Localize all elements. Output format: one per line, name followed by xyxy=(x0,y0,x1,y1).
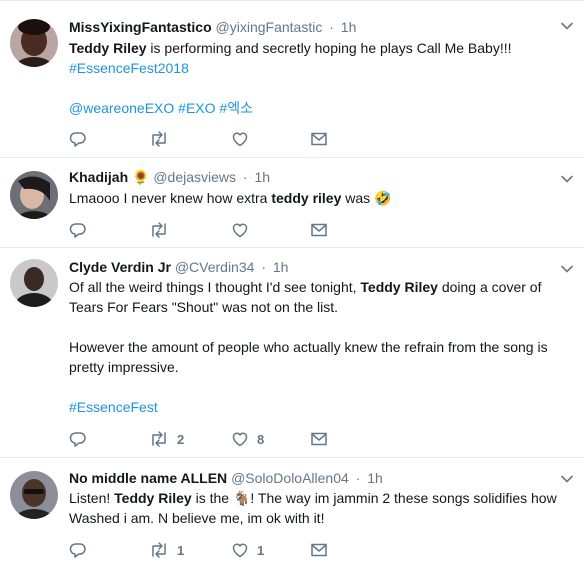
reply-button[interactable] xyxy=(69,540,95,560)
tweet-actions xyxy=(69,220,369,240)
timestamp[interactable]: 1h xyxy=(273,259,289,275)
separator-dot: · xyxy=(242,169,248,185)
user-handle[interactable]: @CVerdin34 xyxy=(175,259,255,275)
text-segment: Lmaooo I never knew how extra xyxy=(69,190,272,206)
display-name[interactable]: Khadijah xyxy=(69,169,128,185)
reply-icon xyxy=(69,432,86,447)
like-button[interactable]: 8 xyxy=(231,429,264,449)
avatar[interactable] xyxy=(10,259,58,307)
tweet-actions: 1 1 xyxy=(69,540,369,560)
tweet-text: Lmaooo I never knew how extra teddy rile… xyxy=(69,188,569,208)
avatar[interactable] xyxy=(10,471,58,519)
highlight-text: Teddy Riley xyxy=(360,279,438,295)
like-button[interactable] xyxy=(231,129,257,149)
reply-button[interactable] xyxy=(69,129,95,149)
text-segment: However the amount of people who actuall… xyxy=(69,339,548,375)
hashtag-link[interactable]: #EssenceFest2018 xyxy=(69,60,189,76)
retweet-icon xyxy=(152,542,166,558)
retweet-count: 1 xyxy=(177,542,185,558)
tweet-header: No middle name ALLEN @SoloDoloAllen04 · … xyxy=(69,468,383,488)
text-segment: was xyxy=(341,190,375,206)
retweet-button[interactable] xyxy=(149,129,177,149)
tweet-header: Khadijah 🌻 @dejasviews · 1h xyxy=(69,167,270,187)
user-handle[interactable]: @SoloDoloAllen04 xyxy=(231,470,349,486)
tweet-text: Of all the weird things I thought I'd se… xyxy=(69,277,569,417)
reply-icon xyxy=(69,223,86,238)
timestamp[interactable]: 1h xyxy=(254,169,270,185)
user-handle[interactable]: @yixingFantastic xyxy=(216,19,323,35)
like-count: 8 xyxy=(257,431,265,447)
user-handle[interactable]: @dejasviews xyxy=(153,169,236,185)
tweet[interactable]: No middle name ALLEN @SoloDoloAllen04 · … xyxy=(0,458,584,573)
highlight-text: Teddy Riley xyxy=(114,490,192,506)
text-segment: is performing and secretly hoping he pla… xyxy=(146,40,512,56)
retweet-button[interactable]: 2 xyxy=(149,429,184,449)
display-name[interactable]: MissYixingFantastico xyxy=(69,19,212,35)
reply-button[interactable] xyxy=(69,220,95,240)
tweet-text: Listen! Teddy Riley is the 🐐! The way im… xyxy=(69,488,569,528)
tweet-header: Clyde Verdin Jr @CVerdin34 · 1h xyxy=(69,257,288,277)
text-segment: Of all the weird things I thought I'd se… xyxy=(69,279,361,295)
direct-message-button[interactable] xyxy=(310,429,328,449)
like-button[interactable]: 1 xyxy=(231,540,264,560)
like-icon xyxy=(232,223,248,238)
direct-message-icon xyxy=(311,543,327,557)
hashtag-link[interactable]: #EXO xyxy=(178,100,215,116)
avatar[interactable] xyxy=(10,19,58,67)
direct-message-icon xyxy=(311,223,327,237)
display-name[interactable]: No middle name ALLEN xyxy=(69,470,227,486)
separator-dot: · xyxy=(355,470,361,486)
hashtag-link[interactable]: #EssenceFest xyxy=(69,399,158,415)
highlight-text: Teddy Riley xyxy=(69,40,147,56)
like-button[interactable] xyxy=(231,220,257,240)
goat-emoji: 🐐 xyxy=(232,490,251,506)
caret-down-icon[interactable] xyxy=(560,262,574,276)
direct-message-button[interactable] xyxy=(310,540,328,560)
retweet-icon xyxy=(152,431,166,447)
tweet-actions: 2 8 xyxy=(69,429,369,449)
retweet-button[interactable] xyxy=(149,220,177,240)
tweet-header: MissYixingFantastico @yixingFantastic · … xyxy=(69,17,356,37)
highlight-text: teddy riley xyxy=(271,190,342,206)
caret-down-icon[interactable] xyxy=(560,19,574,33)
tweet-text: Teddy Riley is performing and secretly h… xyxy=(69,38,569,118)
retweet-button[interactable]: 1 xyxy=(149,540,184,560)
tweet[interactable]: Clyde Verdin Jr @CVerdin34 · 1h Of all t… xyxy=(0,248,584,458)
separator-dot: · xyxy=(261,259,266,275)
tweet[interactable]: Khadijah 🌻 @dejasviews · 1h Lmaooo I nev… xyxy=(0,158,584,248)
direct-message-icon xyxy=(311,132,327,146)
reply-icon xyxy=(69,132,86,147)
like-count: 1 xyxy=(257,542,265,558)
direct-message-button[interactable] xyxy=(310,220,328,240)
tweet[interactable]: MissYixingFantastico @yixingFantastic · … xyxy=(0,1,584,158)
sunflower-emoji: 🌻 xyxy=(132,169,150,185)
separator-dot: · xyxy=(329,19,334,35)
mention-link[interactable]: @weareoneEXO xyxy=(69,100,174,116)
text-segment: Listen! xyxy=(69,490,115,506)
retweet-icon xyxy=(152,222,166,238)
reply-button[interactable] xyxy=(69,429,95,449)
text-segment: is the xyxy=(191,490,233,506)
like-icon xyxy=(232,432,248,447)
retweet-count: 2 xyxy=(177,431,185,447)
reply-icon xyxy=(69,543,86,558)
tweet-actions xyxy=(69,129,369,149)
rofl-emoji: 🤣 xyxy=(374,190,392,206)
like-icon xyxy=(232,543,248,558)
direct-message-button[interactable] xyxy=(310,129,328,149)
retweet-icon xyxy=(152,131,166,147)
timestamp[interactable]: 1h xyxy=(367,470,383,486)
display-name[interactable]: Clyde Verdin Jr xyxy=(69,259,171,275)
direct-message-icon xyxy=(311,432,327,446)
hashtag-link[interactable]: #엑소 xyxy=(219,100,253,116)
timestamp[interactable]: 1h xyxy=(341,19,357,35)
caret-down-icon[interactable] xyxy=(560,172,574,186)
avatar[interactable] xyxy=(10,171,58,219)
tweet-feed: MissYixingFantastico @yixingFantastic · … xyxy=(0,0,584,573)
like-icon xyxy=(232,132,248,147)
caret-down-icon[interactable] xyxy=(560,472,574,486)
